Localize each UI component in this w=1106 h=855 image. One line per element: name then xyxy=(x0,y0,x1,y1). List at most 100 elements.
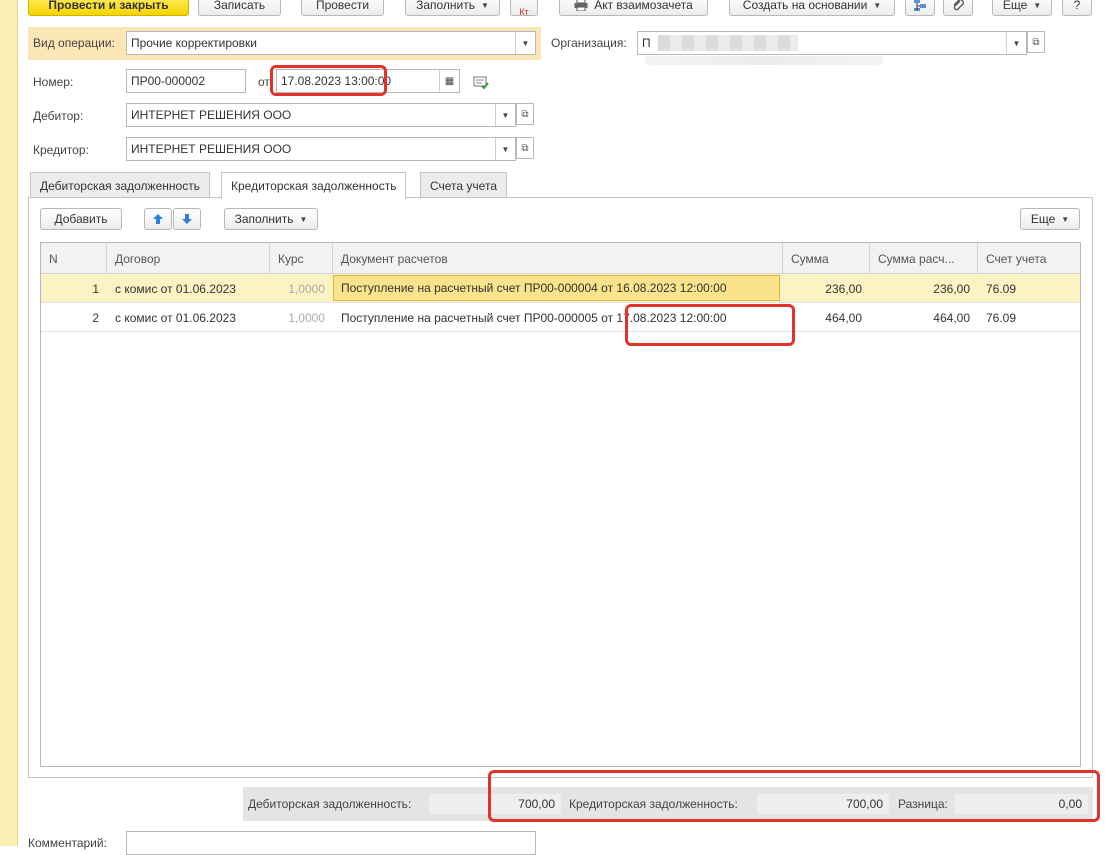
move-down-button[interactable] xyxy=(173,208,201,230)
left-accent-bar xyxy=(0,0,18,846)
row-document[interactable]: Поступление на расчетный счет ПР00-00000… xyxy=(333,303,783,332)
date-field[interactable]: 17.08.2023 13:00:00 ▦ xyxy=(276,69,460,93)
chevron-down-icon: ▼ xyxy=(481,0,489,10)
debtor-select[interactable]: ИНТЕРНЕТ РЕШЕНИЯ ООО ▼ xyxy=(126,103,516,127)
fill-button[interactable]: Заполнить ▼ xyxy=(405,0,500,16)
column-header-sum-calc[interactable]: Сумма расч... xyxy=(870,243,978,274)
arrow-down-icon xyxy=(182,214,192,224)
post-and-close-button[interactable]: Провести и закрыть xyxy=(28,0,189,16)
chevron-down-icon: ▼ xyxy=(1033,0,1042,10)
row-contract[interactable]: с комис от 01.06.2023 xyxy=(107,303,270,332)
organization-select[interactable]: П ▼ xyxy=(637,31,1027,55)
offset-act-button[interactable]: Акт взаимозачета xyxy=(559,0,708,16)
move-up-button[interactable] xyxy=(144,208,172,230)
creditor-open-button[interactable]: ⧉ xyxy=(516,137,534,159)
arrow-up-icon xyxy=(153,214,163,224)
comment-field[interactable] xyxy=(126,831,536,855)
payables-table[interactable]: N Договор Курс Документ расчетов Сумма С… xyxy=(40,242,1081,767)
chevron-down-icon: ▼ xyxy=(299,214,308,224)
operation-type-label: Вид операции: xyxy=(33,36,115,50)
operation-type-select[interactable]: Прочие корректировки ▼ xyxy=(126,31,536,55)
column-header-document[interactable]: Документ расчетов xyxy=(333,243,783,274)
open-window-icon: ⧉ xyxy=(1032,36,1040,48)
chevron-down-icon[interactable]: ▼ xyxy=(515,32,535,54)
add-row-label: Добавить xyxy=(54,212,108,226)
chevron-down-icon[interactable]: ▼ xyxy=(1006,32,1026,54)
row-number: 2 xyxy=(92,310,99,325)
open-window-icon: ⧉ xyxy=(521,108,529,120)
save-label: Записать xyxy=(213,0,266,12)
difference-value: 0,00 xyxy=(955,794,1088,814)
row-rate[interactable]: 1,0000 xyxy=(270,303,333,332)
comment-label: Комментарий: xyxy=(28,836,107,850)
post-label: Провести xyxy=(315,0,370,12)
column-header-sum[interactable]: Сумма xyxy=(783,243,870,274)
table-more-button[interactable]: Еще ▼ xyxy=(1020,208,1080,230)
column-header-n[interactable]: N xyxy=(41,243,107,274)
creditor-value: ИНТЕРНЕТ РЕШЕНИЯ ООО xyxy=(131,142,292,156)
tab-receivables-label: Дебиторская задолженность xyxy=(40,178,200,193)
column-header-account[interactable]: Счет учета xyxy=(978,243,1080,274)
row-account[interactable]: 76.09 xyxy=(978,274,1080,303)
dt-kt-button[interactable]: Кт xyxy=(510,0,538,17)
post-button[interactable]: Провести xyxy=(301,0,384,16)
column-header-rate[interactable]: Курс xyxy=(270,243,333,274)
row-sum[interactable]: 236,00 xyxy=(783,274,870,303)
organization-value: П xyxy=(642,36,651,50)
calendar-icon[interactable]: ▦ xyxy=(439,70,459,92)
blurred-area xyxy=(645,56,883,65)
help-button[interactable]: ? xyxy=(1062,0,1092,16)
post-and-close-label: Провести и закрыть xyxy=(48,0,169,12)
save-button[interactable]: Записать xyxy=(198,0,281,16)
structure-button[interactable] xyxy=(905,0,935,16)
debtor-value: ИНТЕРНЕТ РЕШЕНИЯ ООО xyxy=(131,108,292,122)
attach-button[interactable] xyxy=(943,0,973,16)
number-field[interactable]: ПР00-000002 xyxy=(126,69,246,93)
tab-payables[interactable]: Кредиторская задолженность xyxy=(221,172,407,199)
tab-accounts-label: Счета учета xyxy=(430,178,497,193)
table-row[interactable]: 2 с комис от 01.06.2023 1,0000 Поступлен… xyxy=(41,303,1080,332)
row-rate[interactable]: 1,0000 xyxy=(270,274,333,303)
number-label: Номер: xyxy=(33,75,74,89)
create-based-on-label: Создать на основании xyxy=(742,0,868,12)
fill-label: Заполнить xyxy=(416,0,475,12)
creditor-select[interactable]: ИНТЕРНЕТ РЕШЕНИЯ ООО ▼ xyxy=(126,137,516,161)
post-status-icon[interactable] xyxy=(472,73,490,91)
table-row[interactable]: 1 с комис от 01.06.2023 1,0000 Поступлен… xyxy=(41,274,1080,303)
open-window-icon: ⧉ xyxy=(521,142,529,154)
more-button[interactable]: Еще ▼ xyxy=(992,0,1052,16)
row-contract[interactable]: с комис от 01.06.2023 xyxy=(107,274,270,303)
offset-act-label: Акт взаимозачета xyxy=(594,0,693,12)
more-label: Еще xyxy=(1002,0,1028,12)
column-header-contract[interactable]: Договор xyxy=(107,243,270,274)
organization-open-button[interactable]: ⧉ xyxy=(1027,31,1045,53)
totals-bar: Дебиторская задолженность: 700,00 Кредит… xyxy=(243,787,1093,821)
debtor-open-button[interactable]: ⧉ xyxy=(516,103,534,125)
debtor-label: Дебитор: xyxy=(33,109,84,123)
date-value: 17.08.2023 13:00:00 xyxy=(281,74,392,88)
printer-icon xyxy=(574,0,588,11)
row-sum-calc[interactable]: 236,00 xyxy=(870,274,978,303)
tab-receivables[interactable]: Дебиторская задолженность xyxy=(30,172,210,198)
table-more-label: Еще xyxy=(1030,212,1056,226)
chevron-down-icon[interactable]: ▼ xyxy=(495,138,515,160)
operation-type-value: Прочие корректировки xyxy=(131,36,258,50)
chevron-down-icon: ▼ xyxy=(1061,214,1070,224)
row-sum[interactable]: 464,00 xyxy=(783,303,870,332)
row-document[interactable]: Поступление на расчетный счет ПР00-00000… xyxy=(333,275,780,301)
paperclip-icon xyxy=(953,0,964,11)
difference-label: Разница: xyxy=(898,797,948,811)
add-row-button[interactable]: Добавить xyxy=(40,208,122,230)
row-sum-calc[interactable]: 464,00 xyxy=(870,303,978,332)
chevron-down-icon[interactable]: ▼ xyxy=(495,104,515,126)
dt-kt-icon: Кт xyxy=(519,7,529,17)
table-fill-button[interactable]: Заполнить ▼ xyxy=(224,208,318,230)
tab-accounts[interactable]: Счета учета xyxy=(420,172,507,198)
row-account[interactable]: 76.09 xyxy=(978,303,1080,332)
table-header: N Договор Курс Документ расчетов Сумма С… xyxy=(41,243,1080,274)
row-number: 1 xyxy=(92,281,99,296)
help-label: ? xyxy=(1073,0,1081,12)
create-based-on-button[interactable]: Создать на основании ▼ xyxy=(729,0,895,16)
debit-total-label: Дебиторская задолженность: xyxy=(248,797,412,811)
creditor-label: Кредитор: xyxy=(33,143,89,157)
